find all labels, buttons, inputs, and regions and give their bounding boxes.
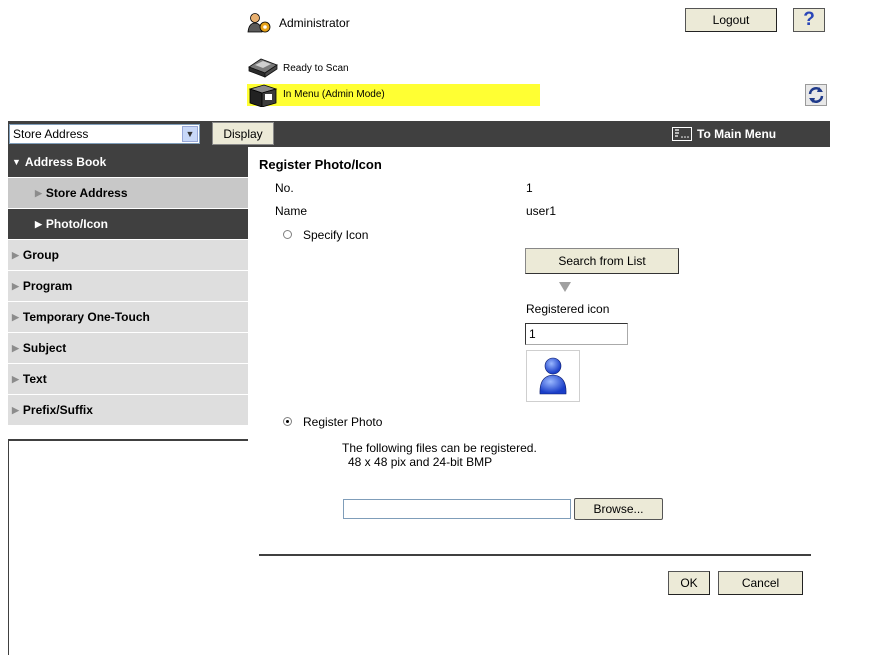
- sidebar-item-label: Subject: [22, 341, 67, 355]
- category-select[interactable]: Store Address ▼: [9, 124, 200, 144]
- registered-icon-input[interactable]: [525, 323, 628, 345]
- main-menu-label: To Main Menu: [697, 127, 777, 141]
- name-label: Name: [275, 204, 308, 218]
- number-value: 1: [526, 181, 533, 195]
- sidebar-item-label: Temporary One-Touch: [22, 310, 150, 324]
- sidebar-item-prefix-suffix[interactable]: ▶ Prefix/Suffix: [8, 395, 248, 426]
- triangle-right-icon: ▶: [12, 342, 19, 353]
- name-value: user1: [526, 204, 557, 218]
- triangle-right-icon: ▶: [12, 404, 19, 415]
- menu-list-icon: [672, 127, 692, 141]
- triangle-right-icon: ▶: [12, 280, 19, 291]
- chevron-down-icon[interactable]: ▼: [182, 126, 198, 142]
- scanner-icon: [247, 57, 279, 79]
- sidebar-item-label: Text: [22, 372, 47, 386]
- page-title: Register Photo/Icon: [259, 157, 382, 172]
- sidebar-item-label: Store Address: [45, 186, 128, 200]
- person-icon: [539, 357, 567, 395]
- file-path-input[interactable]: [343, 499, 571, 519]
- machine-menu-icon: [247, 83, 279, 108]
- icon-preview: [526, 350, 580, 402]
- specify-icon-label: Specify Icon: [303, 228, 369, 242]
- sidebar-item-temporary-one-touch[interactable]: ▶ Temporary One-Touch: [8, 302, 248, 333]
- main-menu-link[interactable]: To Main Menu: [672, 127, 776, 141]
- administrator-label: Administrator: [279, 16, 350, 30]
- arrow-down-icon: [559, 282, 571, 292]
- sidebar-item-store-address[interactable]: ▶ Store Address: [8, 178, 248, 209]
- triangle-right-icon: ▶: [35, 218, 42, 229]
- sidebar-item-subject[interactable]: ▶ Subject: [8, 333, 248, 364]
- triangle-right-icon: ▶: [12, 311, 19, 322]
- sidebar-item-label: Address Book: [24, 155, 107, 169]
- specify-icon-radio[interactable]: [283, 230, 292, 239]
- file-format-text: 48 x 48 pix and 24-bit BMP: [348, 455, 493, 469]
- content-divider: [259, 554, 811, 556]
- sidebar-item-text[interactable]: ▶ Text: [8, 364, 248, 395]
- sidebar-item-label: Group: [22, 248, 59, 262]
- file-info-text: The following files can be registered.: [342, 441, 537, 455]
- triangle-right-icon: ▶: [35, 187, 42, 198]
- ok-button[interactable]: OK: [668, 571, 710, 595]
- search-from-list-button[interactable]: Search from List: [525, 248, 679, 274]
- logout-button[interactable]: Logout: [685, 8, 777, 32]
- sidebar-item-label: Program: [22, 279, 73, 293]
- number-label: No.: [275, 181, 294, 195]
- category-select-value: Store Address: [13, 127, 89, 141]
- browse-button[interactable]: Browse...: [574, 498, 663, 520]
- refresh-icon[interactable]: [805, 84, 827, 106]
- registered-icon-label: Registered icon: [526, 302, 610, 316]
- register-photo-label: Register Photo: [303, 415, 383, 429]
- sidebar-item-photo-icon[interactable]: ▶ Photo/Icon: [8, 209, 248, 240]
- triangle-down-icon: ▼: [12, 157, 21, 167]
- sidebar-border: [8, 441, 9, 655]
- sidebar-item-label: Photo/Icon: [45, 217, 108, 231]
- administrator-icon: [247, 12, 271, 34]
- mode-status-text: In Menu (Admin Mode): [283, 89, 385, 100]
- help-button[interactable]: ?: [793, 8, 825, 32]
- cancel-button[interactable]: Cancel: [718, 571, 803, 595]
- sidebar-item-label: Prefix/Suffix: [22, 403, 93, 417]
- display-button[interactable]: Display: [212, 122, 274, 145]
- sidebar-item-program[interactable]: ▶ Program: [8, 271, 248, 302]
- triangle-right-icon: ▶: [12, 249, 19, 260]
- sidebar-item-address-book[interactable]: ▼ Address Book: [8, 147, 248, 178]
- sidebar: ▼ Address Book ▶ Store Address ▶ Photo/I…: [8, 147, 248, 426]
- register-photo-radio[interactable]: [283, 417, 292, 426]
- sidebar-item-group[interactable]: ▶ Group: [8, 240, 248, 271]
- triangle-right-icon: ▶: [12, 373, 19, 384]
- sidebar-divider: [8, 439, 248, 441]
- scan-status-text: Ready to Scan: [283, 63, 349, 74]
